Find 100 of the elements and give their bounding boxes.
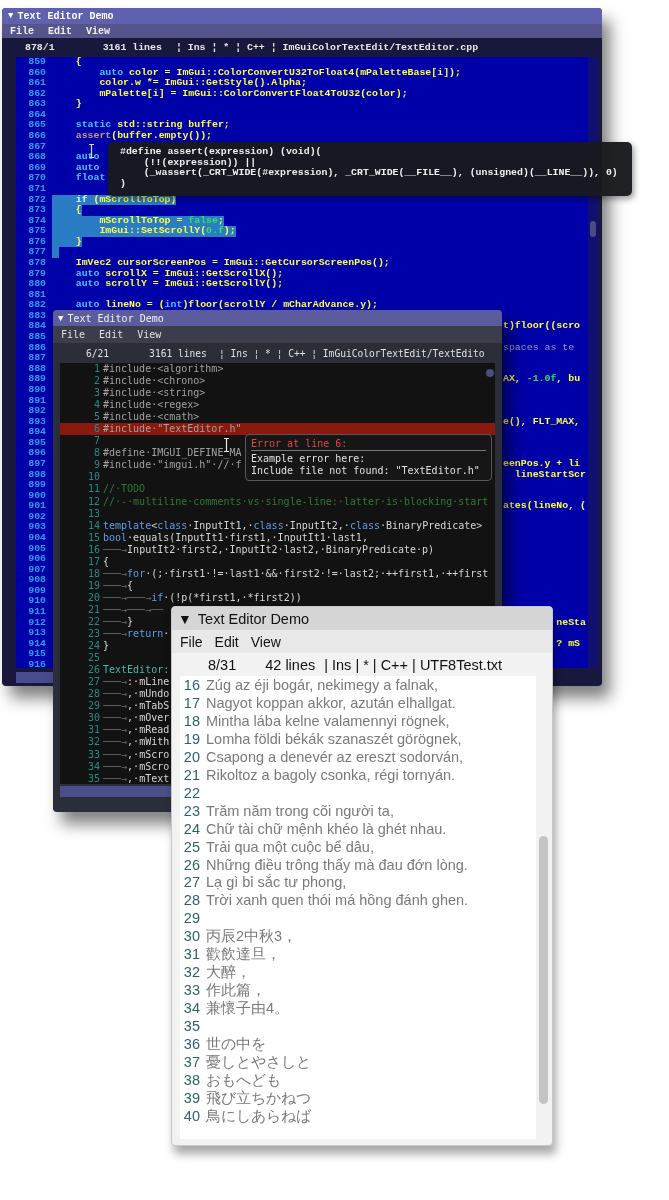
code-line: ImVec2 cursorScreenPos = ImGui::GetCursorScreenPos();	[74, 258, 390, 269]
code-line: ───→───→──	[103, 603, 164, 616]
menu-item[interactable]: View	[86, 25, 111, 37]
code-line: ───→InputIt2·first2,·InputIt2·last2,·BinaryPredicate·p)	[103, 543, 435, 556]
code-line: ates(lineNo, (	[503, 501, 586, 512]
line-number: 902	[27, 511, 46, 523]
code-line: 兼懷子由4。	[206, 1000, 290, 1019]
line-number: 890	[27, 384, 46, 396]
editor-info: ¦ Ins ¦ * ¦ C++ ¦ ImGuiColorTextEdit/TextEdito	[218, 347, 485, 359]
line-number: 20	[182, 748, 200, 767]
code-line: 作此篇，	[206, 982, 266, 1000]
menu-item[interactable]: View	[250, 633, 281, 650]
line-number: 16	[86, 543, 100, 556]
code-line: #include·<algorithm>	[103, 363, 224, 376]
line-number: 906	[27, 554, 46, 565]
code-line: Rikoltoz a bagoly csonka, régi tornyán.	[206, 766, 456, 785]
line-number: 884	[27, 321, 46, 333]
line-number: 888	[27, 363, 46, 375]
line-number: 872	[27, 194, 46, 206]
line-number: 34	[182, 1000, 200, 1019]
line-number: 17	[182, 694, 200, 713]
tooltip-line: Example error here:	[251, 453, 367, 465]
line-count: 3161 lines	[102, 41, 162, 53]
code-line: ───→for·(;·first1·!=·last1·&&·first2·!=·last2;·++first1,·++first	[103, 567, 489, 580]
scrollbar-thumb[interactable]	[590, 221, 596, 237]
line-number: 29	[86, 700, 100, 713]
line-number: 22	[86, 616, 100, 629]
title-bar[interactable]: ▼ Text Editor Demo	[2, 8, 602, 24]
line-number: 910	[27, 596, 46, 608]
menu-item[interactable]: Edit	[99, 329, 124, 340]
line-number: 913	[27, 628, 46, 639]
line-number: 873	[27, 205, 46, 216]
title-bar[interactable]: ▼ Text Editor Demo	[53, 310, 502, 326]
code-line: auto scrollX = ImGui::GetScrollX();	[74, 268, 284, 279]
line-number: 864	[27, 109, 46, 121]
menu-item[interactable]: File	[180, 633, 203, 650]
line-count: 3161 lines	[149, 347, 207, 359]
line-number: 875	[27, 226, 46, 237]
menu-item[interactable]: File	[61, 329, 86, 340]
line-number: 900	[27, 490, 46, 502]
code-line: //·TODO	[103, 483, 146, 496]
line-number: 866	[27, 131, 46, 142]
line-number: 21	[182, 766, 200, 785]
line-number: 874	[27, 215, 46, 227]
window-title: Text Editor Demo	[17, 10, 114, 22]
code-line: ───→return·	[103, 628, 170, 641]
editor-info: ¦ Ins ¦ * ¦ C++ ¦ ImGuiColorTextEdit/TextEditor.cpp	[175, 41, 479, 53]
line-number: 911	[27, 607, 46, 618]
code-line: eenPos.y + li	[503, 458, 581, 470]
line-number: 30	[86, 712, 100, 725]
scrollbar[interactable]	[16, 672, 53, 683]
code-line: 大醉，	[206, 964, 251, 983]
line-number: 896	[27, 448, 46, 459]
line-number: 19	[86, 579, 100, 592]
cursor-position: 6/21	[86, 347, 110, 359]
line-number: 19	[182, 730, 200, 749]
line-number: 3	[92, 387, 100, 400]
code-line: ───→{	[103, 579, 134, 592]
line-number: 24	[182, 820, 200, 839]
line-number: 5	[92, 411, 100, 424]
collapse-toggle[interactable]: ▼	[178, 610, 192, 627]
line-count: 42 lines	[265, 656, 316, 673]
tooltip-line: (!!(expression)) ||	[142, 157, 257, 168]
code-line: Mintha lába kelne valamennyi rögnek,	[206, 712, 450, 731]
menu-item[interactable]: File	[10, 25, 34, 37]
collapse-toggle[interactable]: ▼	[8, 11, 14, 21]
code-line: }	[103, 640, 110, 653]
line-number: 20	[86, 591, 100, 604]
scrollbar-thumb[interactable]	[539, 836, 548, 1104]
scrollbar[interactable]	[60, 786, 171, 797]
line-number: 886	[27, 342, 46, 354]
line-number: 28	[86, 688, 100, 701]
line-number: 916	[27, 659, 46, 668]
line-number: 22	[182, 784, 200, 803]
editor-info: | Ins | * | C++ | UTF8Test.txt	[324, 656, 503, 673]
line-number: 18	[86, 567, 100, 580]
line-number: 39	[182, 1089, 200, 1108]
code-line: e(), FLT_MAX,	[503, 416, 581, 428]
menu-item[interactable]: Edit	[214, 633, 239, 650]
line-number: 13	[86, 507, 100, 520]
line-number: 23	[182, 802, 200, 821]
cursor-position: 8/31	[208, 656, 237, 673]
menu-item[interactable]: Edit	[48, 25, 73, 37]
code-line: Trời xanh quen thói má hồng đánh ghen.	[206, 892, 469, 911]
code-line: spaces as te	[503, 342, 575, 354]
line-number: 24	[86, 640, 100, 653]
code-line: #include·<string>	[103, 387, 206, 400]
title-bar[interactable]: ▼ Text Editor Demo	[172, 607, 552, 630]
line-number: 865	[27, 120, 46, 132]
line-number: 35	[86, 772, 100, 784]
code-line: おもへども	[206, 1071, 281, 1090]
menu-item[interactable]: View	[137, 329, 162, 340]
code-line: ? mS	[555, 638, 581, 650]
code-line: TextEditor:	[103, 664, 170, 677]
line-number: 15	[86, 531, 100, 544]
code-line: auto	[74, 152, 100, 163]
line-number: 882	[27, 300, 46, 311]
code-line: #include·"imgui.h"·//·f	[103, 459, 242, 472]
collapse-toggle[interactable]: ▼	[58, 313, 64, 323]
line-number: 40	[182, 1107, 200, 1126]
